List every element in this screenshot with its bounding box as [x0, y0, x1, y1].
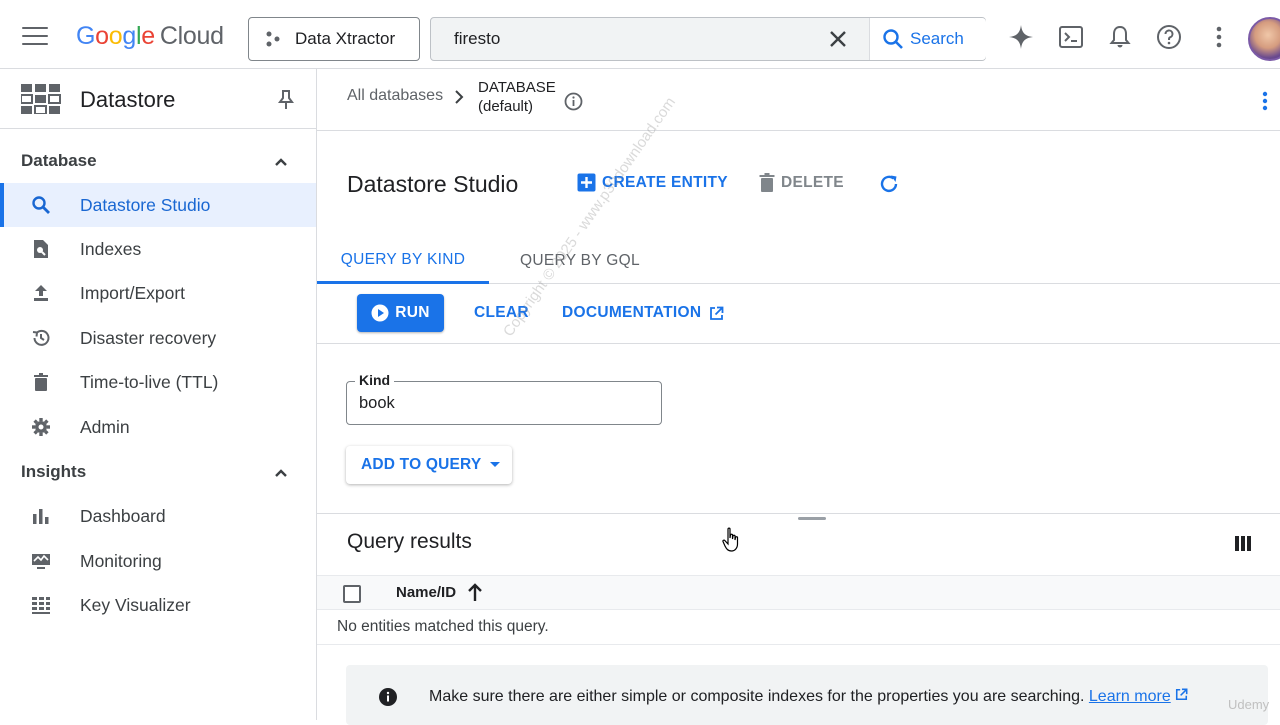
search-icon: [883, 29, 903, 49]
menu-icon[interactable]: [22, 27, 48, 47]
clear-icon[interactable]: [827, 28, 849, 50]
search-input[interactable]: [431, 18, 831, 60]
kind-input[interactable]: [347, 382, 661, 424]
breadcrumb: All databases DATABASE (default): [317, 69, 1280, 131]
udemy-watermark: Udemy: [1228, 697, 1270, 712]
gear-icon: [32, 418, 50, 436]
monitoring-icon: [32, 554, 50, 569]
sidebar-item-admin[interactable]: Admin: [0, 405, 316, 449]
trash-icon: [34, 373, 48, 391]
sidebar-item-key-visualizer[interactable]: Key Visualizer: [0, 583, 316, 627]
search-icon: [32, 196, 50, 214]
play-circle-icon: [371, 304, 389, 322]
refresh-icon[interactable]: [878, 173, 900, 195]
breadcrumb-all-databases[interactable]: All databases: [347, 87, 443, 105]
terminal-icon[interactable]: [1058, 24, 1084, 50]
open-in-new-icon: [710, 306, 724, 320]
sidebar-item-dashboard[interactable]: Dashboard: [0, 494, 316, 538]
breadcrumb-current: DATABASE (default): [478, 79, 556, 115]
tab-query-by-kind[interactable]: QUERY BY KIND: [317, 238, 489, 284]
sidebar-item-disaster-recovery[interactable]: Disaster recovery: [0, 316, 316, 360]
top-bar: GoogleCloud Data Xtractor Search: [0, 0, 1280, 69]
bar-chart-icon: [33, 509, 49, 524]
run-button[interactable]: RUN: [357, 294, 444, 332]
results-divider: [317, 513, 1280, 514]
more-vert-icon[interactable]: [1206, 24, 1232, 50]
chevron-right-icon: [455, 90, 464, 104]
resize-handle[interactable]: [798, 517, 826, 520]
indexes-icon: [34, 240, 48, 258]
sidebar-item-ttl[interactable]: Time-to-live (TTL): [0, 360, 316, 404]
index-notice: Make sure there are either simple or com…: [346, 665, 1268, 725]
open-in-new-icon: [1176, 688, 1188, 701]
kind-field: Kind: [346, 372, 662, 425]
caret-down-icon: [490, 462, 501, 467]
sidebar-header: Datastore: [0, 69, 316, 129]
row-divider: [317, 644, 1280, 645]
main-content: All databases DATABASE (default) Datasto…: [317, 69, 1280, 725]
select-all-checkbox[interactable]: [343, 585, 361, 603]
pin-icon[interactable]: [276, 89, 296, 111]
query-toolbar: RUN CLEAR DOCUMENTATION: [317, 284, 1280, 344]
history-icon: [32, 329, 50, 346]
delete-button[interactable]: DELETE: [759, 173, 844, 192]
chevron-up-icon: [275, 158, 287, 166]
section-database[interactable]: Database: [0, 141, 316, 181]
google-cloud-logo[interactable]: Google Cloud: [76, 22, 224, 51]
info-filled-icon: [379, 688, 397, 706]
sidebar: Datastore Database Datastore Studio Inde…: [0, 69, 317, 720]
upload-icon: [34, 285, 48, 301]
sidebar-item-import-export[interactable]: Import/Export: [0, 271, 316, 315]
empty-results-message: No entities matched this query.: [337, 618, 549, 635]
project-dots-icon: [266, 31, 280, 47]
avatar[interactable]: [1248, 17, 1280, 61]
query-tabs: QUERY BY KIND QUERY BY GQL: [317, 238, 1280, 284]
notice-text: Make sure there are either simple or com…: [429, 688, 1188, 706]
column-display-icon[interactable]: [1235, 536, 1251, 551]
arrow-up-icon[interactable]: [467, 583, 483, 603]
search-bar: Search: [430, 17, 986, 61]
info-icon[interactable]: [564, 92, 583, 111]
help-icon[interactable]: [1156, 24, 1182, 50]
project-picker[interactable]: Data Xtractor: [248, 17, 420, 61]
documentation-link[interactable]: DOCUMENTATION: [562, 304, 724, 322]
add-box-icon: [577, 173, 596, 192]
more-vert-icon[interactable]: [1261, 91, 1269, 111]
sidebar-item-indexes[interactable]: Indexes: [0, 227, 316, 271]
section-insights[interactable]: Insights: [0, 452, 316, 492]
search-button[interactable]: Search: [869, 18, 986, 60]
trash-icon: [759, 173, 775, 192]
hand-cursor-icon: [722, 527, 739, 552]
chevron-up-icon: [275, 469, 287, 477]
results-table-header: Name/ID: [317, 575, 1280, 610]
learn-more-link[interactable]: Learn more: [1089, 688, 1171, 705]
sidebar-item-monitoring[interactable]: Monitoring: [0, 539, 316, 583]
gemini-icon[interactable]: [1008, 24, 1034, 50]
results-title: Query results: [347, 530, 472, 553]
page-title: Datastore Studio: [347, 171, 519, 197]
key-visualizer-icon: [32, 597, 50, 614]
add-to-query-button[interactable]: ADD TO QUERY: [346, 446, 512, 484]
bell-icon[interactable]: [1107, 24, 1133, 50]
project-name: Data Xtractor: [295, 29, 396, 48]
column-name-id[interactable]: Name/ID: [396, 584, 456, 601]
sidebar-title: Datastore: [80, 87, 176, 112]
datastore-app-icon: [21, 84, 61, 114]
sidebar-item-datastore-studio[interactable]: Datastore Studio: [0, 183, 316, 227]
